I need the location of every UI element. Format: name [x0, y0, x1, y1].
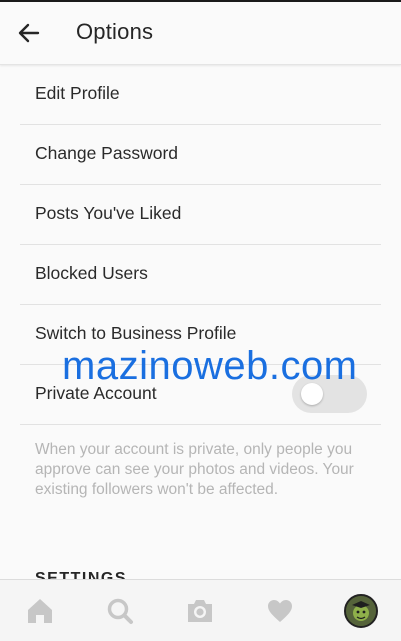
back-button[interactable]	[14, 18, 44, 48]
menu-item-posts-liked[interactable]: Posts You've Liked	[20, 184, 381, 245]
profile-avatar	[344, 594, 378, 628]
nav-activity[interactable]	[261, 592, 299, 630]
camera-icon	[188, 600, 212, 622]
arrow-left-icon	[18, 23, 40, 43]
private-account-note: When your account is private, only peopl…	[35, 441, 354, 498]
settings-section-header: SETTINGS	[35, 570, 128, 579]
page-title: Options	[76, 19, 154, 44]
avatar-image	[346, 596, 376, 626]
watermark: mazinoweb.com	[62, 344, 358, 388]
home-icon	[28, 599, 52, 623]
nav-home[interactable]	[21, 592, 59, 630]
options-list: Edit Profile Change Password Posts You'v…	[0, 64, 401, 579]
menu-item-change-password[interactable]: Change Password	[20, 124, 381, 185]
nav-profile[interactable]	[342, 592, 380, 630]
menu-item-label: Switch to Business Profile	[35, 323, 237, 343]
menu-item-label: Change Password	[35, 143, 178, 163]
status-bar-edge	[0, 0, 401, 2]
top-bar: Options	[0, 0, 401, 65]
menu-item-label: Blocked Users	[35, 263, 148, 283]
bottom-nav	[0, 579, 401, 641]
menu-item-label: Edit Profile	[35, 83, 120, 103]
menu-item-edit-profile[interactable]: Edit Profile	[20, 64, 381, 125]
nav-search[interactable]	[101, 592, 139, 630]
menu-item-blocked-users[interactable]: Blocked Users	[20, 244, 381, 305]
nav-camera[interactable]	[181, 592, 219, 630]
heart-icon	[268, 600, 292, 622]
menu-item-label: Posts You've Liked	[35, 203, 182, 223]
search-icon	[107, 598, 133, 624]
